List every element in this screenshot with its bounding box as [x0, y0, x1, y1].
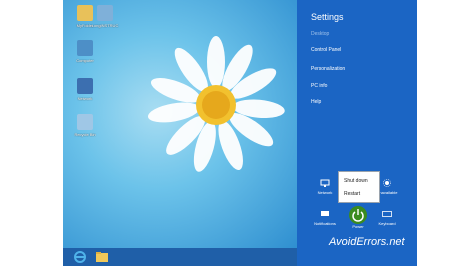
tile-notifications[interactable]: Notifications [312, 210, 338, 226]
charm-link-control-panel[interactable]: Control Panel [311, 47, 341, 53]
recycle-bin-icon [77, 114, 93, 130]
power-menu: Shut down Restart [338, 171, 380, 203]
desktop-icon-recycle-bin[interactable]: Recycle Bin [65, 114, 105, 137]
tile-network[interactable]: Network [312, 179, 338, 195]
tile-keyboard[interactable]: Keyboard [374, 210, 400, 226]
computer-icon [97, 5, 113, 21]
desktop[interactable]: MyFolder LongINSTRUC Computer Network Re… [63, 0, 297, 248]
notifications-icon [321, 211, 329, 216]
desktop-icon-computer[interactable]: Computer [65, 40, 105, 63]
watermark: AvoidErrors.net [329, 236, 405, 248]
restart-option[interactable]: Restart [344, 191, 360, 197]
charm-title: Settings [311, 12, 344, 22]
charm-link-help[interactable]: Help [311, 99, 321, 105]
tile-label: Power [352, 224, 364, 229]
network-icon [77, 78, 93, 94]
desktop-icon-network[interactable]: Network [65, 78, 105, 101]
desktop-icon-label: LongINSTRUC [91, 23, 119, 28]
video-frame: MyFolder LongINSTRUC Computer Network Re… [0, 0, 474, 266]
tile-label: Keyboard [378, 221, 396, 226]
charm-link-desktop: Desktop [311, 31, 330, 37]
desktop-icon-label: Recycle Bin [74, 132, 96, 137]
keyboard-icon [382, 211, 392, 217]
right-border [417, 0, 474, 266]
file-explorer-icon[interactable] [95, 250, 109, 264]
internet-explorer-icon[interactable] [73, 250, 87, 264]
left-border [0, 0, 63, 266]
desktop-icon-label: Network [77, 96, 93, 101]
taskbar [63, 248, 297, 266]
computer-icon [77, 40, 93, 56]
desktop-icon-label: Computer [76, 58, 94, 63]
shut-down-option[interactable]: Shut down [344, 178, 368, 184]
tile-label: Notifications [314, 221, 336, 226]
daisy-wallpaper [148, 36, 285, 172]
desktop-icon-longinstruc[interactable]: LongINSTRUC [85, 5, 125, 28]
charm-link-personalization[interactable]: Personalization [311, 66, 345, 72]
tile-label: Network [317, 190, 333, 195]
network-icon [320, 179, 330, 187]
brightness-icon [383, 179, 391, 187]
power-icon [349, 206, 367, 224]
charm-link-pc-info[interactable]: PC info [311, 83, 327, 89]
tile-power[interactable]: Power [345, 205, 371, 231]
